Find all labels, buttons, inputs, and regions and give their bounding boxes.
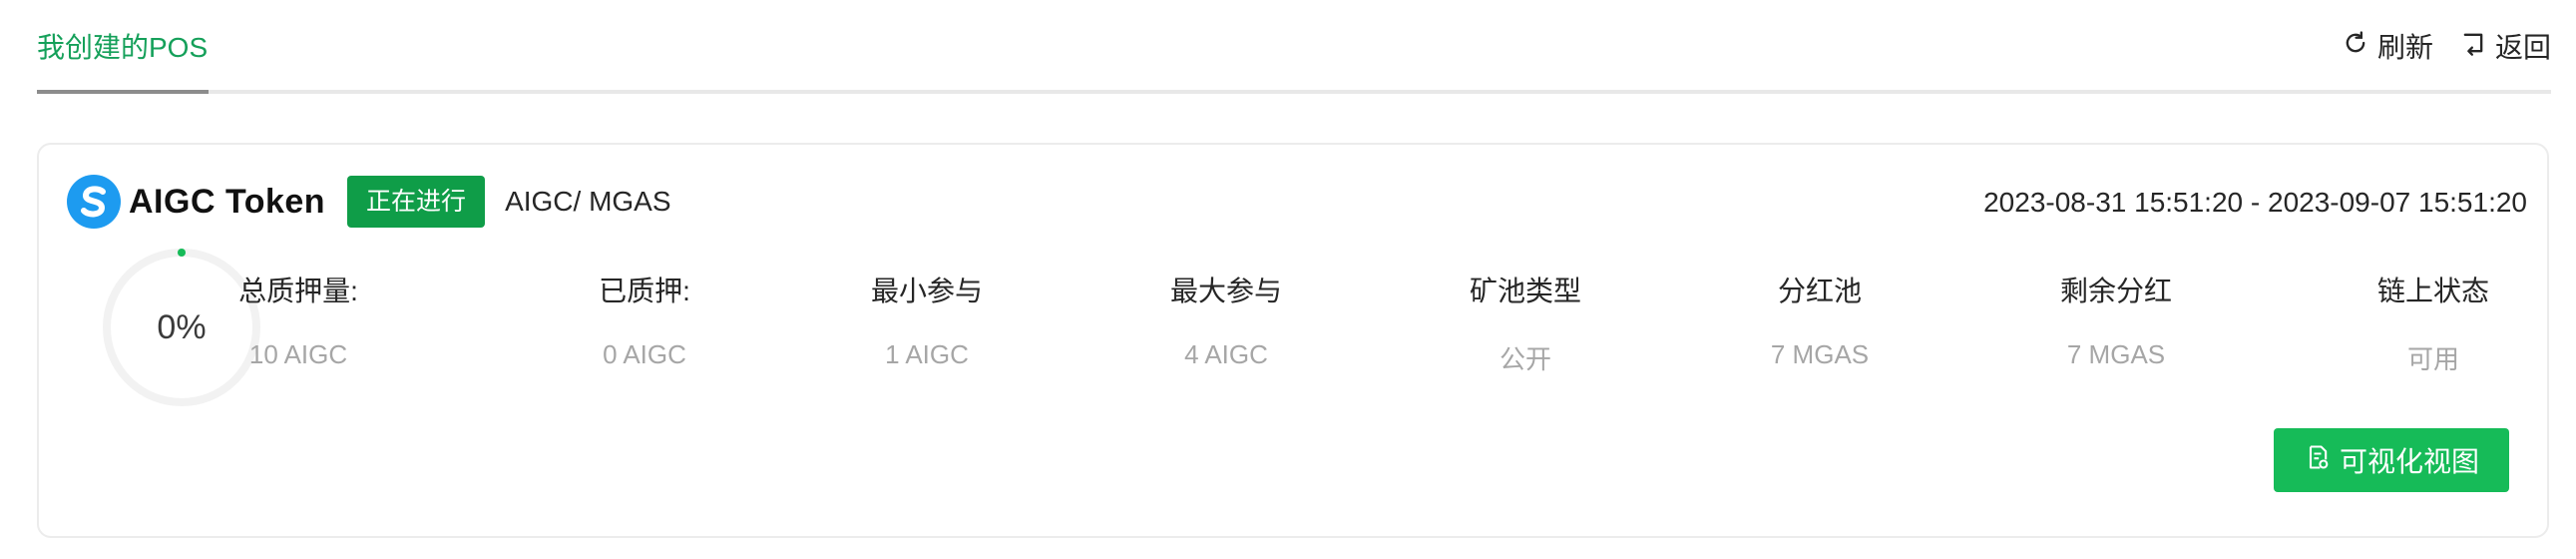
time-range: 2023-08-31 15:51:20 - 2023-09-07 15:51:2… [1983, 187, 2527, 218]
stat-label: 总质押量: [238, 276, 358, 306]
document-icon [2304, 443, 2332, 478]
stat-value: 可用 [2406, 344, 2459, 374]
active-tab-indicator [37, 90, 209, 94]
stat-label: 最小参与 [870, 276, 983, 306]
stat-value: 7 MGAS [2066, 339, 2166, 369]
header-actions: 刷新 返回 [2342, 26, 2551, 66]
stat-value: 10 AIGC [248, 339, 348, 369]
token-header: AIGC Token 正在进行 AIGC/ MGAS [67, 175, 671, 229]
stat-min-participation: 最小参与 1 AIGC [852, 270, 1002, 370]
stat-pool-type: 矿池类型 公开 [1451, 270, 1600, 376]
tab-bar: 我创建的POS 刷新 返回 [37, 0, 2551, 94]
stat-value: 0 AIGC [603, 339, 686, 369]
status-badge: 正在进行 [347, 176, 486, 228]
stat-value: 4 AIGC [1184, 339, 1268, 369]
stat-value: 公开 [1499, 344, 1551, 374]
back-button[interactable]: 返回 [2459, 26, 2551, 66]
refresh-icon [2342, 29, 2369, 64]
visualize-view-label: 可视化视图 [2339, 446, 2479, 477]
refresh-button[interactable]: 刷新 [2342, 26, 2433, 66]
token-name: AIGC Token [129, 182, 326, 221]
stat-value: 1 AIGC [885, 339, 969, 369]
stat-chain-status: 链上状态 可用 [2359, 270, 2508, 376]
stat-label: 最大参与 [1169, 276, 1282, 306]
tab-my-created-pos[interactable]: 我创建的POS [37, 26, 208, 92]
token-logo-icon [67, 175, 121, 229]
stat-label: 剩余分红 [2059, 276, 2172, 306]
stat-label: 已质押: [599, 276, 690, 306]
refresh-label: 刷新 [2376, 32, 2433, 63]
stat-remaining-dividend: 剩余分红 7 MGAS [2041, 270, 2191, 370]
stat-staked: 已质押: 0 AIGC [570, 270, 719, 370]
stat-total-staked: 总质押量: 10 AIGC [214, 270, 383, 370]
pos-card: AIGC Token 正在进行 AIGC/ MGAS 2023-08-31 15… [37, 143, 2549, 538]
stat-label: 矿池类型 [1469, 276, 1581, 306]
back-icon [2459, 29, 2487, 64]
visualize-view-button[interactable]: 可视化视图 [2274, 428, 2509, 492]
stat-label: 链上状态 [2376, 276, 2489, 306]
stat-dividend-pool: 分红池 7 MGAS [1745, 270, 1895, 370]
stat-value: 7 MGAS [1770, 339, 1870, 369]
stat-label: 分红池 [1777, 276, 1862, 306]
stat-max-participation: 最大参与 4 AIGC [1151, 270, 1301, 370]
trading-pair: AIGC/ MGAS [505, 186, 671, 217]
back-label: 返回 [2494, 32, 2551, 63]
